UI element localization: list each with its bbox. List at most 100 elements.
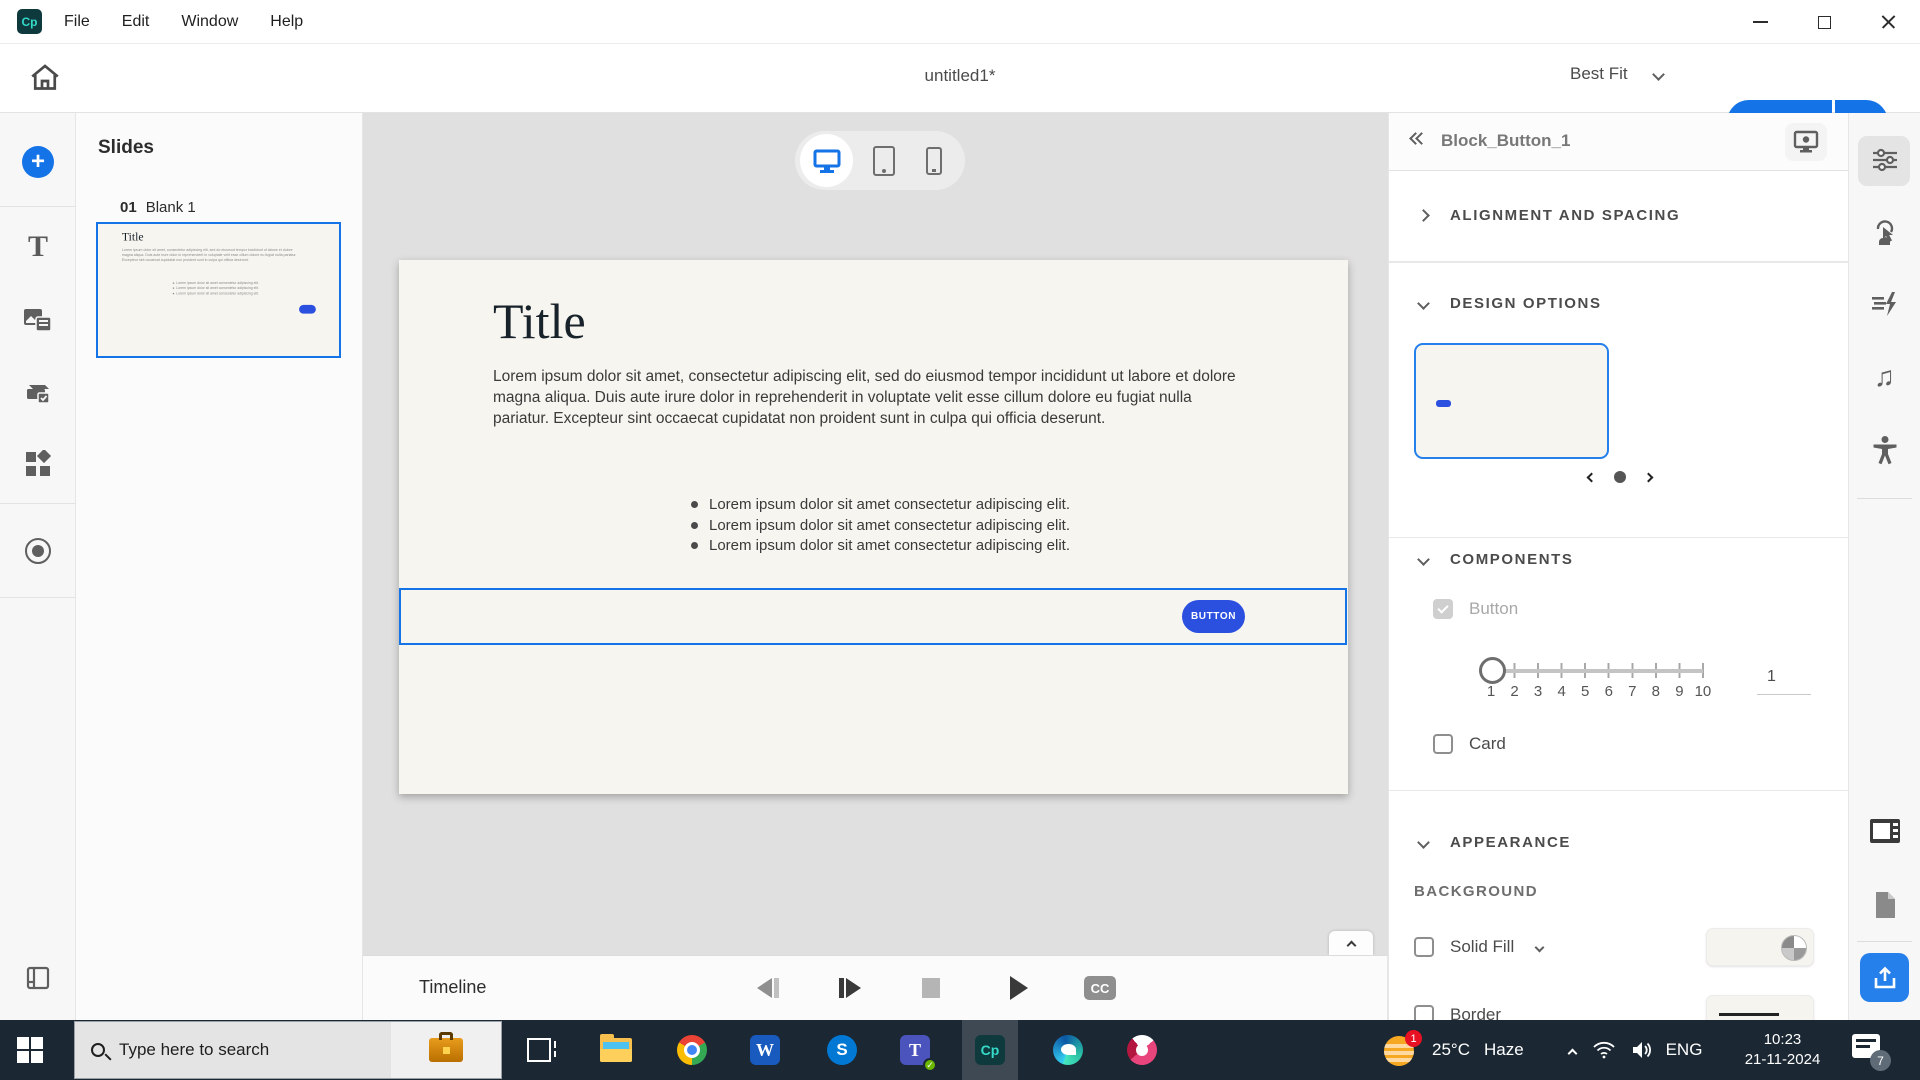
taskbar-search[interactable] <box>74 1021 502 1079</box>
haze-weather-icon: 1 <box>1382 1030 1422 1068</box>
skype-button[interactable]: S <box>814 1020 870 1080</box>
appearance-section-header[interactable]: APPEARANCE <box>1389 820 1848 864</box>
thumb-button-pill <box>299 304 316 314</box>
right-toolbar-rail: ♫ <box>1849 113 1920 1020</box>
fill-color-swatch[interactable] <box>1706 928 1814 966</box>
timeline-collapse-tab[interactable] <box>1329 931 1373 955</box>
slide-bullet-list[interactable]: Lorem ipsum dolor sit amet consectetur a… <box>691 494 1070 556</box>
close-button[interactable] <box>1856 0 1920 44</box>
slides-panel: Slides 01 Blank 1 Title Lorem ipsum dolor… <box>76 113 363 1020</box>
closed-captions-button[interactable]: CC <box>1084 976 1116 1000</box>
solid-fill-checkbox[interactable] <box>1414 937 1434 957</box>
start-button[interactable] <box>0 1020 60 1080</box>
button-checkbox[interactable] <box>1433 599 1453 619</box>
notes-button[interactable] <box>1849 891 1920 919</box>
mobile-view-button[interactable] <box>907 131 960 190</box>
share-button[interactable] <box>1860 953 1909 1002</box>
captivate-taskbar-button[interactable]: Cp <box>962 1020 1018 1080</box>
quiz-tool-button[interactable] <box>0 379 76 407</box>
panel-layout-button[interactable] <box>1849 818 1920 844</box>
edge-icon <box>1053 1035 1083 1065</box>
widgets-tool-button[interactable] <box>0 450 76 478</box>
solid-fill-label: Solid Fill <box>1450 937 1515 956</box>
stop-button[interactable] <box>911 970 951 1006</box>
menu-help[interactable]: Help <box>270 13 303 31</box>
stop-icon <box>922 978 940 998</box>
network-button[interactable] <box>1586 1020 1622 1080</box>
teams-button[interactable]: T ✓ <box>887 1020 943 1080</box>
chevron-right-icon <box>1417 208 1430 222</box>
zoom-fit-dropdown[interactable]: Best Fit <box>1570 64 1665 84</box>
color-picker-icon <box>1781 935 1807 961</box>
interactions-button[interactable] <box>1849 218 1920 248</box>
slider-handle[interactable] <box>1479 657 1506 684</box>
volume-button[interactable] <box>1624 1020 1660 1080</box>
carousel-next-icon[interactable] <box>1643 472 1653 482</box>
text-tool-button[interactable]: T <box>0 232 76 262</box>
pink-swirl-app-button[interactable] <box>1114 1020 1170 1080</box>
toggle-panel-button[interactable] <box>0 965 76 991</box>
slide-title-text[interactable]: Title <box>493 292 586 350</box>
language-button[interactable]: ENG <box>1662 1020 1706 1080</box>
selected-button-block[interactable]: BUTTON <box>399 588 1347 645</box>
chrome-button[interactable] <box>664 1020 720 1080</box>
plus-icon: + <box>22 146 54 178</box>
timeline-bar: Timeline CC <box>363 955 1388 1020</box>
collapse-panel-button[interactable] <box>1409 132 1428 145</box>
card-checkbox-label: Card <box>1469 734 1506 753</box>
search-input[interactable] <box>119 1040 349 1060</box>
file-explorer-button[interactable] <box>588 1020 644 1080</box>
bullet-dot <box>691 542 698 550</box>
button-component-row: Button <box>1389 587 1848 631</box>
carousel-dot[interactable] <box>1613 471 1626 483</box>
menu-file[interactable]: File <box>64 13 90 31</box>
search-highlight-tile[interactable] <box>391 1022 501 1078</box>
design-option-preview[interactable] <box>1414 343 1609 459</box>
carousel-previous-icon[interactable] <box>1586 472 1596 482</box>
divider <box>0 597 76 598</box>
add-content-button[interactable]: + <box>0 146 76 178</box>
components-section-header[interactable]: COMPONENTS <box>1389 537 1848 581</box>
slide-stage[interactable]: Title Lorem ipsum dolor sit amet, consec… <box>399 260 1348 794</box>
maximize-button[interactable] <box>1792 0 1856 44</box>
alignment-section-header[interactable]: ALIGNMENT AND SPACING <box>1389 193 1848 237</box>
media-tool-button[interactable] <box>0 306 76 334</box>
transitions-button[interactable] <box>1849 291 1920 317</box>
edge-button[interactable] <box>1040 1020 1096 1080</box>
slide-thumbnail[interactable]: Title Lorem ipsum dolor sit amet, consec… <box>96 222 341 358</box>
slide-paragraph-text[interactable]: Lorem ipsum dolor sit amet, consectetur … <box>493 366 1243 430</box>
notification-center-button[interactable]: 7 <box>1852 1032 1891 1071</box>
panel-layout-icon <box>1869 819 1900 843</box>
menu-edit[interactable]: Edit <box>122 13 150 31</box>
chevron-down-icon <box>1417 552 1430 566</box>
clock-widget[interactable]: 10:23 21-11-2024 <box>1735 1020 1830 1080</box>
record-button[interactable] <box>0 538 76 564</box>
audio-button[interactable]: ♫ <box>1849 363 1920 391</box>
slider-track[interactable] <box>1491 669 1703 673</box>
app-toolbar: untitled1* Best Fit Preview ••• <box>0 44 1920 144</box>
design-options-section-header[interactable]: DESIGN OPTIONS <box>1389 281 1848 325</box>
desktop-view-button[interactable] <box>800 131 853 190</box>
page-icon <box>1875 892 1895 918</box>
task-view-button[interactable] <box>511 1020 567 1080</box>
card-checkbox[interactable] <box>1433 734 1453 754</box>
search-icon <box>91 1043 112 1061</box>
accessibility-button[interactable] <box>1849 435 1920 465</box>
preview-state-button[interactable] <box>1785 123 1827 161</box>
style-properties-button[interactable] <box>1849 145 1920 175</box>
border-style-swatch[interactable] <box>1706 995 1814 1020</box>
tablet-view-button[interactable] <box>857 131 910 190</box>
slide-name: Blank 1 <box>145 199 196 216</box>
weather-widget[interactable]: 1 25°C Haze <box>1382 1020 1524 1080</box>
word-button[interactable]: W <box>737 1020 793 1080</box>
menu-window[interactable]: Window <box>181 13 238 31</box>
button-count-input[interactable]: 1 <box>1757 663 1811 695</box>
step-forward-button[interactable] <box>830 970 870 1006</box>
slide-button[interactable]: BUTTON <box>1182 600 1245 633</box>
previous-frame-button[interactable] <box>748 970 788 1006</box>
chevron-down-icon[interactable] <box>1534 942 1545 952</box>
minimize-icon <box>1752 21 1768 23</box>
border-checkbox[interactable] <box>1414 1005 1434 1020</box>
play-button[interactable] <box>999 970 1039 1006</box>
minimize-button[interactable] <box>1728 0 1792 44</box>
